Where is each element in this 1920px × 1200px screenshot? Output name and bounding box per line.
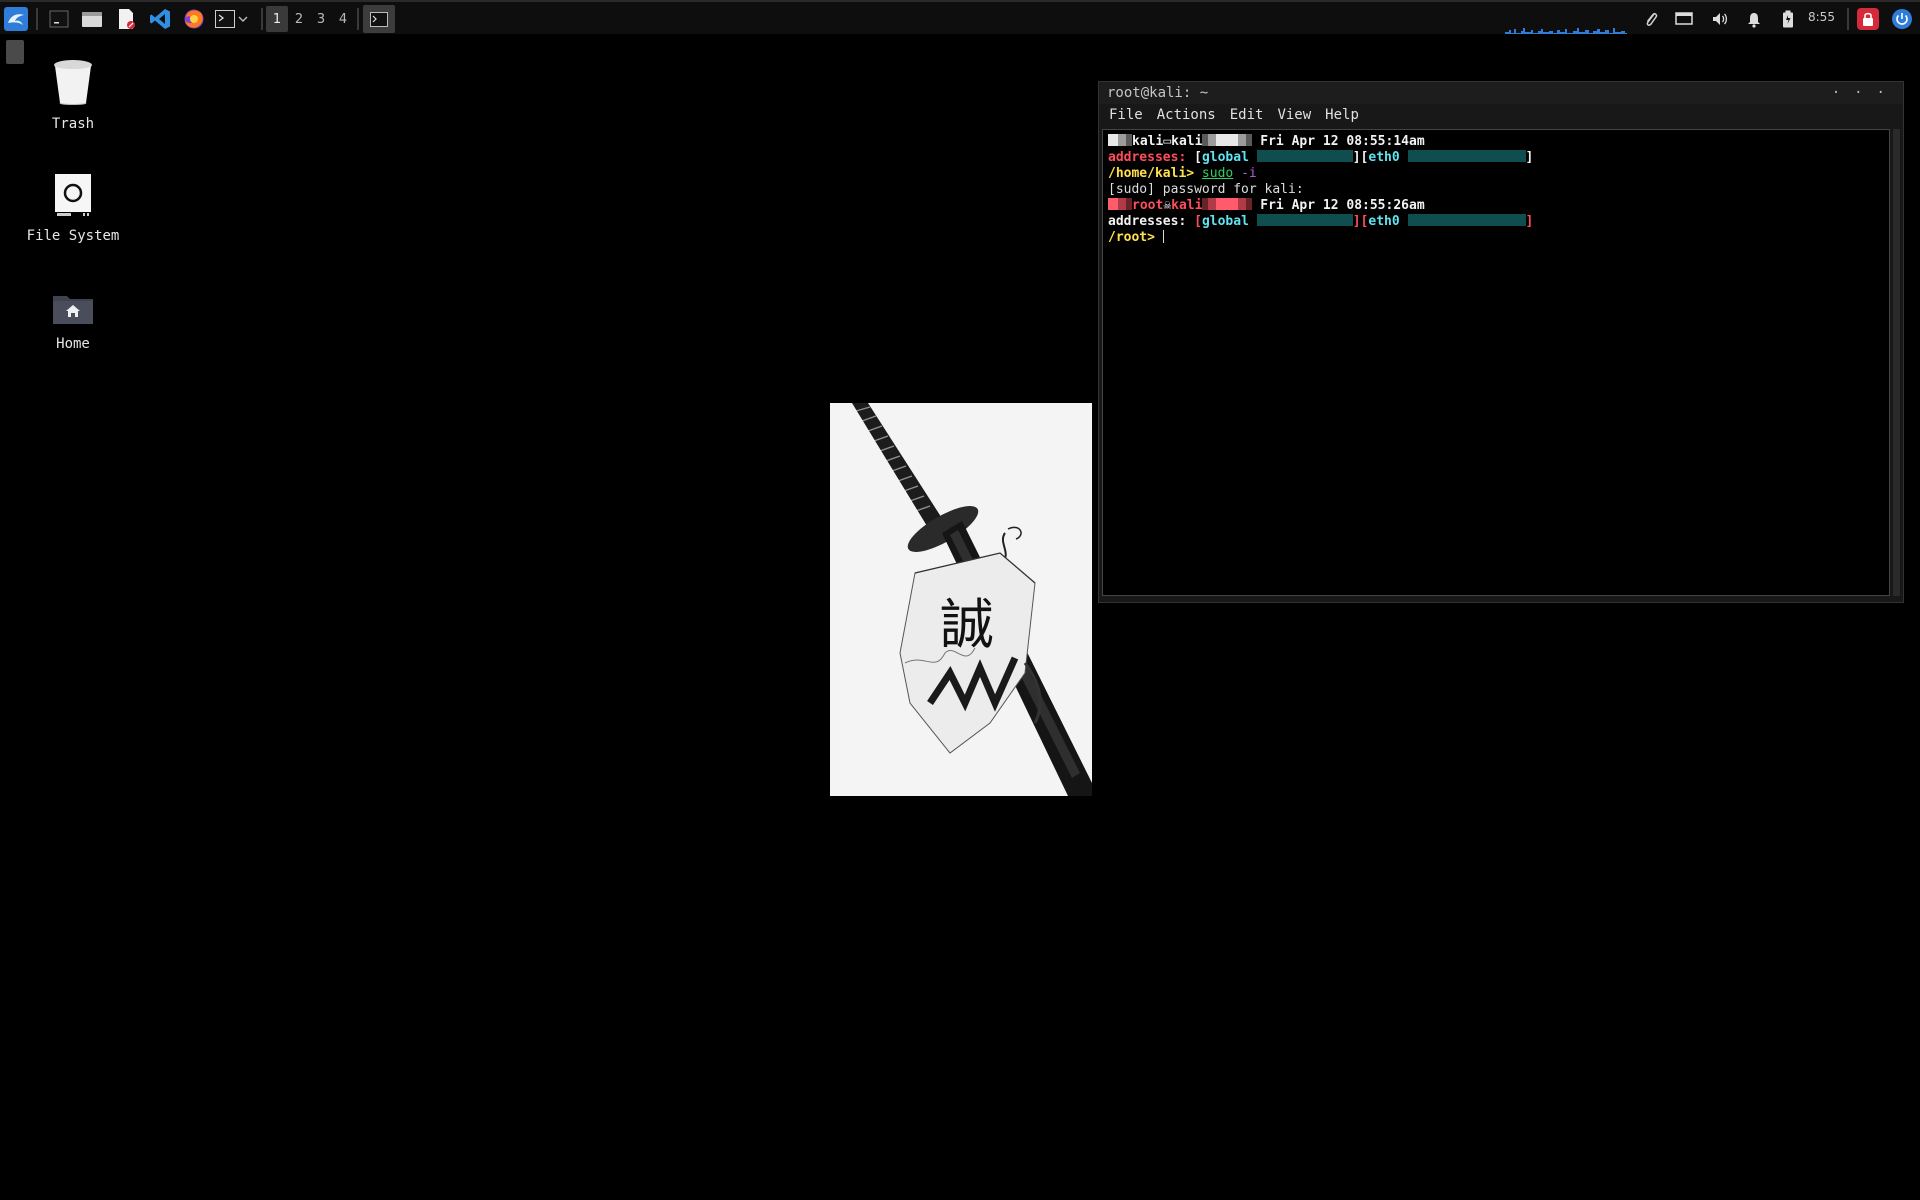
workspace-3[interactable]: 3 — [310, 6, 332, 32]
vscode-icon[interactable] — [146, 5, 174, 33]
desktop-icon-trash[interactable]: Trash — [13, 58, 133, 132]
top-panel: 1 2 3 4 8:55 — [0, 0, 1920, 34]
panel-clock[interactable]: 8:55 — [1808, 10, 1835, 24]
banner-glyph: 誠 — [940, 593, 994, 656]
display-icon[interactable] — [1670, 5, 1698, 33]
volume-icon[interactable] — [1706, 5, 1734, 33]
network-monitor-graph[interactable] — [1505, 26, 1627, 34]
bell-icon[interactable] — [1740, 5, 1768, 33]
window-controls: ··· — [1831, 85, 1899, 101]
workspace-1[interactable]: 1 — [266, 6, 288, 32]
battery-icon[interactable] — [1774, 5, 1802, 33]
desktop-icon-file-system[interactable]: File System — [13, 172, 133, 244]
file-manager-icon[interactable] — [78, 5, 106, 33]
power-icon[interactable] — [1888, 5, 1916, 33]
window-title: root@kali: ~ — [1107, 85, 1209, 101]
menu-actions[interactable]: Actions — [1157, 107, 1216, 123]
terminal-titlebar[interactable]: root@kali: ~ ··· — [1099, 82, 1903, 104]
command-line: /home/kali> sudo -i — [1108, 166, 1257, 181]
drive-icon — [55, 174, 91, 216]
terminal-icon — [370, 11, 388, 27]
prompt-header-line: kali▭kali Fri Apr 12 08:55:14am — [1108, 134, 1884, 150]
paperclip-icon[interactable] — [1637, 5, 1665, 33]
addresses-line: addresses: [global ][eth0 ] — [1108, 150, 1534, 165]
terminal-scrollbar[interactable] — [1893, 129, 1900, 596]
root-addresses-line: addresses: [global ][eth0 ] — [1108, 214, 1534, 229]
terminal-window[interactable]: root@kali: ~ ··· File Actions Edit View Help… — [1098, 81, 1904, 603]
taskbar-terminal-button[interactable] — [363, 5, 395, 33]
trash-icon — [54, 60, 92, 105]
chevron-down-icon[interactable] — [235, 5, 251, 33]
terminal-output[interactable]: kali▭kali Fri Apr 12 08:55:14am addresse… — [1102, 129, 1890, 596]
firefox-icon[interactable] — [180, 5, 208, 33]
kali-dragon-icon[interactable] — [2, 5, 30, 33]
menu-help[interactable]: Help — [1325, 107, 1359, 123]
root-prompt-header-line: root☠kali Fri Apr 12 08:55:26am — [1108, 198, 1884, 214]
root-command-line[interactable]: /root> — [1108, 230, 1884, 246]
menu-view[interactable]: View — [1277, 107, 1311, 123]
lock-icon[interactable] — [1854, 5, 1882, 33]
text-editor-icon[interactable] — [112, 5, 140, 33]
show-desktop-icon[interactable] — [45, 5, 73, 33]
desktop-icon-home[interactable]: Home — [13, 290, 133, 352]
katana-with-banner-artwork: 誠 — [830, 403, 1092, 796]
menu-file[interactable]: File — [1109, 107, 1143, 123]
desktop-icon-label: File System — [26, 228, 120, 244]
sudo-prompt-line: [sudo] password for kali: — [1108, 182, 1304, 197]
desktop-icon-label: Trash — [51, 116, 95, 132]
home-folder-icon — [53, 296, 93, 324]
workspace-2[interactable]: 2 — [288, 6, 310, 32]
workspace-4[interactable]: 4 — [332, 6, 354, 32]
text-cursor — [1162, 230, 1164, 243]
terminal-menubar: File Actions Edit View Help — [1099, 104, 1903, 126]
desktop-icon-label: Home — [56, 336, 90, 352]
menu-edit[interactable]: Edit — [1230, 107, 1264, 123]
